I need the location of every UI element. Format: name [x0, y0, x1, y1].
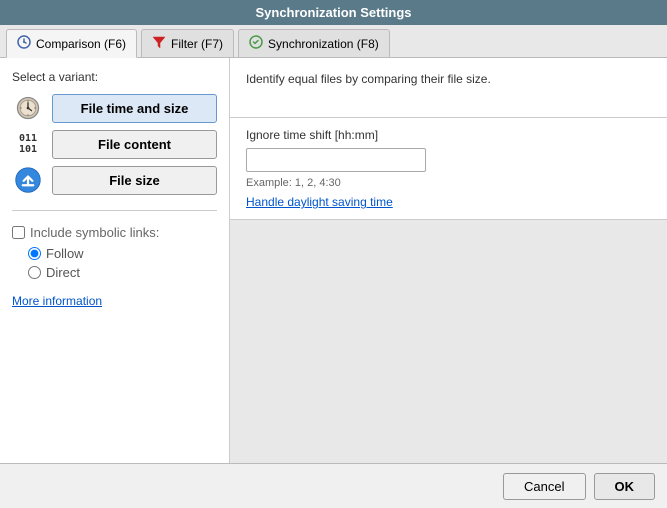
radio-follow[interactable] [28, 247, 41, 260]
radio-follow-label: Follow [46, 246, 84, 261]
left-panel: Select a variant: File time and size [0, 58, 230, 463]
binary-icon: 011101 [12, 128, 44, 160]
clock-icon [12, 92, 44, 124]
variant-row-file-content: 011101 File content [12, 128, 217, 160]
time-shift-label: Ignore time shift [hh:mm] [246, 128, 651, 142]
symbolic-links-checkbox-row: Include symbolic links: [12, 225, 217, 240]
bottom-gray-area [230, 220, 667, 463]
example-text: Example: 1, 2, 4:30 [246, 177, 651, 189]
daylight-saving-link[interactable]: Handle daylight saving time [246, 195, 393, 209]
main-content: Select a variant: File time and size [0, 58, 667, 463]
radio-row-direct: Direct [28, 265, 217, 280]
tab-comparison[interactable]: Comparison (F6) [6, 29, 137, 58]
variant-btn-file-time-size[interactable]: File time and size [52, 94, 217, 123]
radio-row-follow: Follow [28, 246, 217, 261]
sync-tab-icon [249, 35, 263, 52]
variant-btn-file-size[interactable]: File size [52, 166, 217, 195]
time-shift-section: Ignore time shift [hh:mm] Example: 1, 2,… [230, 118, 667, 220]
radio-direct-label: Direct [46, 265, 80, 280]
variant-row-file-time-size: File time and size [12, 92, 217, 124]
symbolic-links-section: Include symbolic links: Follow Direct [12, 221, 217, 284]
tab-comparison-label: Comparison (F6) [36, 37, 126, 51]
tab-filter-label: Filter (F7) [171, 37, 223, 51]
variant-btn-file-content[interactable]: File content [52, 130, 217, 159]
time-shift-input[interactable] [246, 148, 426, 172]
tab-filter[interactable]: Filter (F7) [141, 29, 234, 57]
description-text: Identify equal files by comparing their … [230, 58, 667, 118]
variant-row-file-size: File size [12, 164, 217, 196]
filter-tab-icon [152, 35, 166, 52]
radio-direct[interactable] [28, 266, 41, 279]
comparison-tab-icon [17, 35, 31, 52]
title-bar: Synchronization Settings [0, 0, 667, 25]
separator [12, 210, 217, 211]
symbolic-links-checkbox[interactable] [12, 226, 25, 239]
tab-synchronization[interactable]: Synchronization (F8) [238, 29, 390, 57]
select-variant-label: Select a variant: [12, 70, 217, 84]
footer: Cancel OK [0, 463, 667, 508]
more-information-link[interactable]: More information [12, 294, 217, 308]
title-text: Synchronization Settings [255, 5, 411, 20]
tab-bar: Comparison (F6) Filter (F7) Synchronizat… [0, 25, 667, 58]
upload-arrow-icon [12, 164, 44, 196]
symbolic-links-label: Include symbolic links: [30, 225, 159, 240]
ok-button[interactable]: OK [594, 473, 656, 500]
tab-sync-label: Synchronization (F8) [268, 37, 379, 51]
cancel-button[interactable]: Cancel [503, 473, 585, 500]
right-panel: Identify equal files by comparing their … [230, 58, 667, 463]
